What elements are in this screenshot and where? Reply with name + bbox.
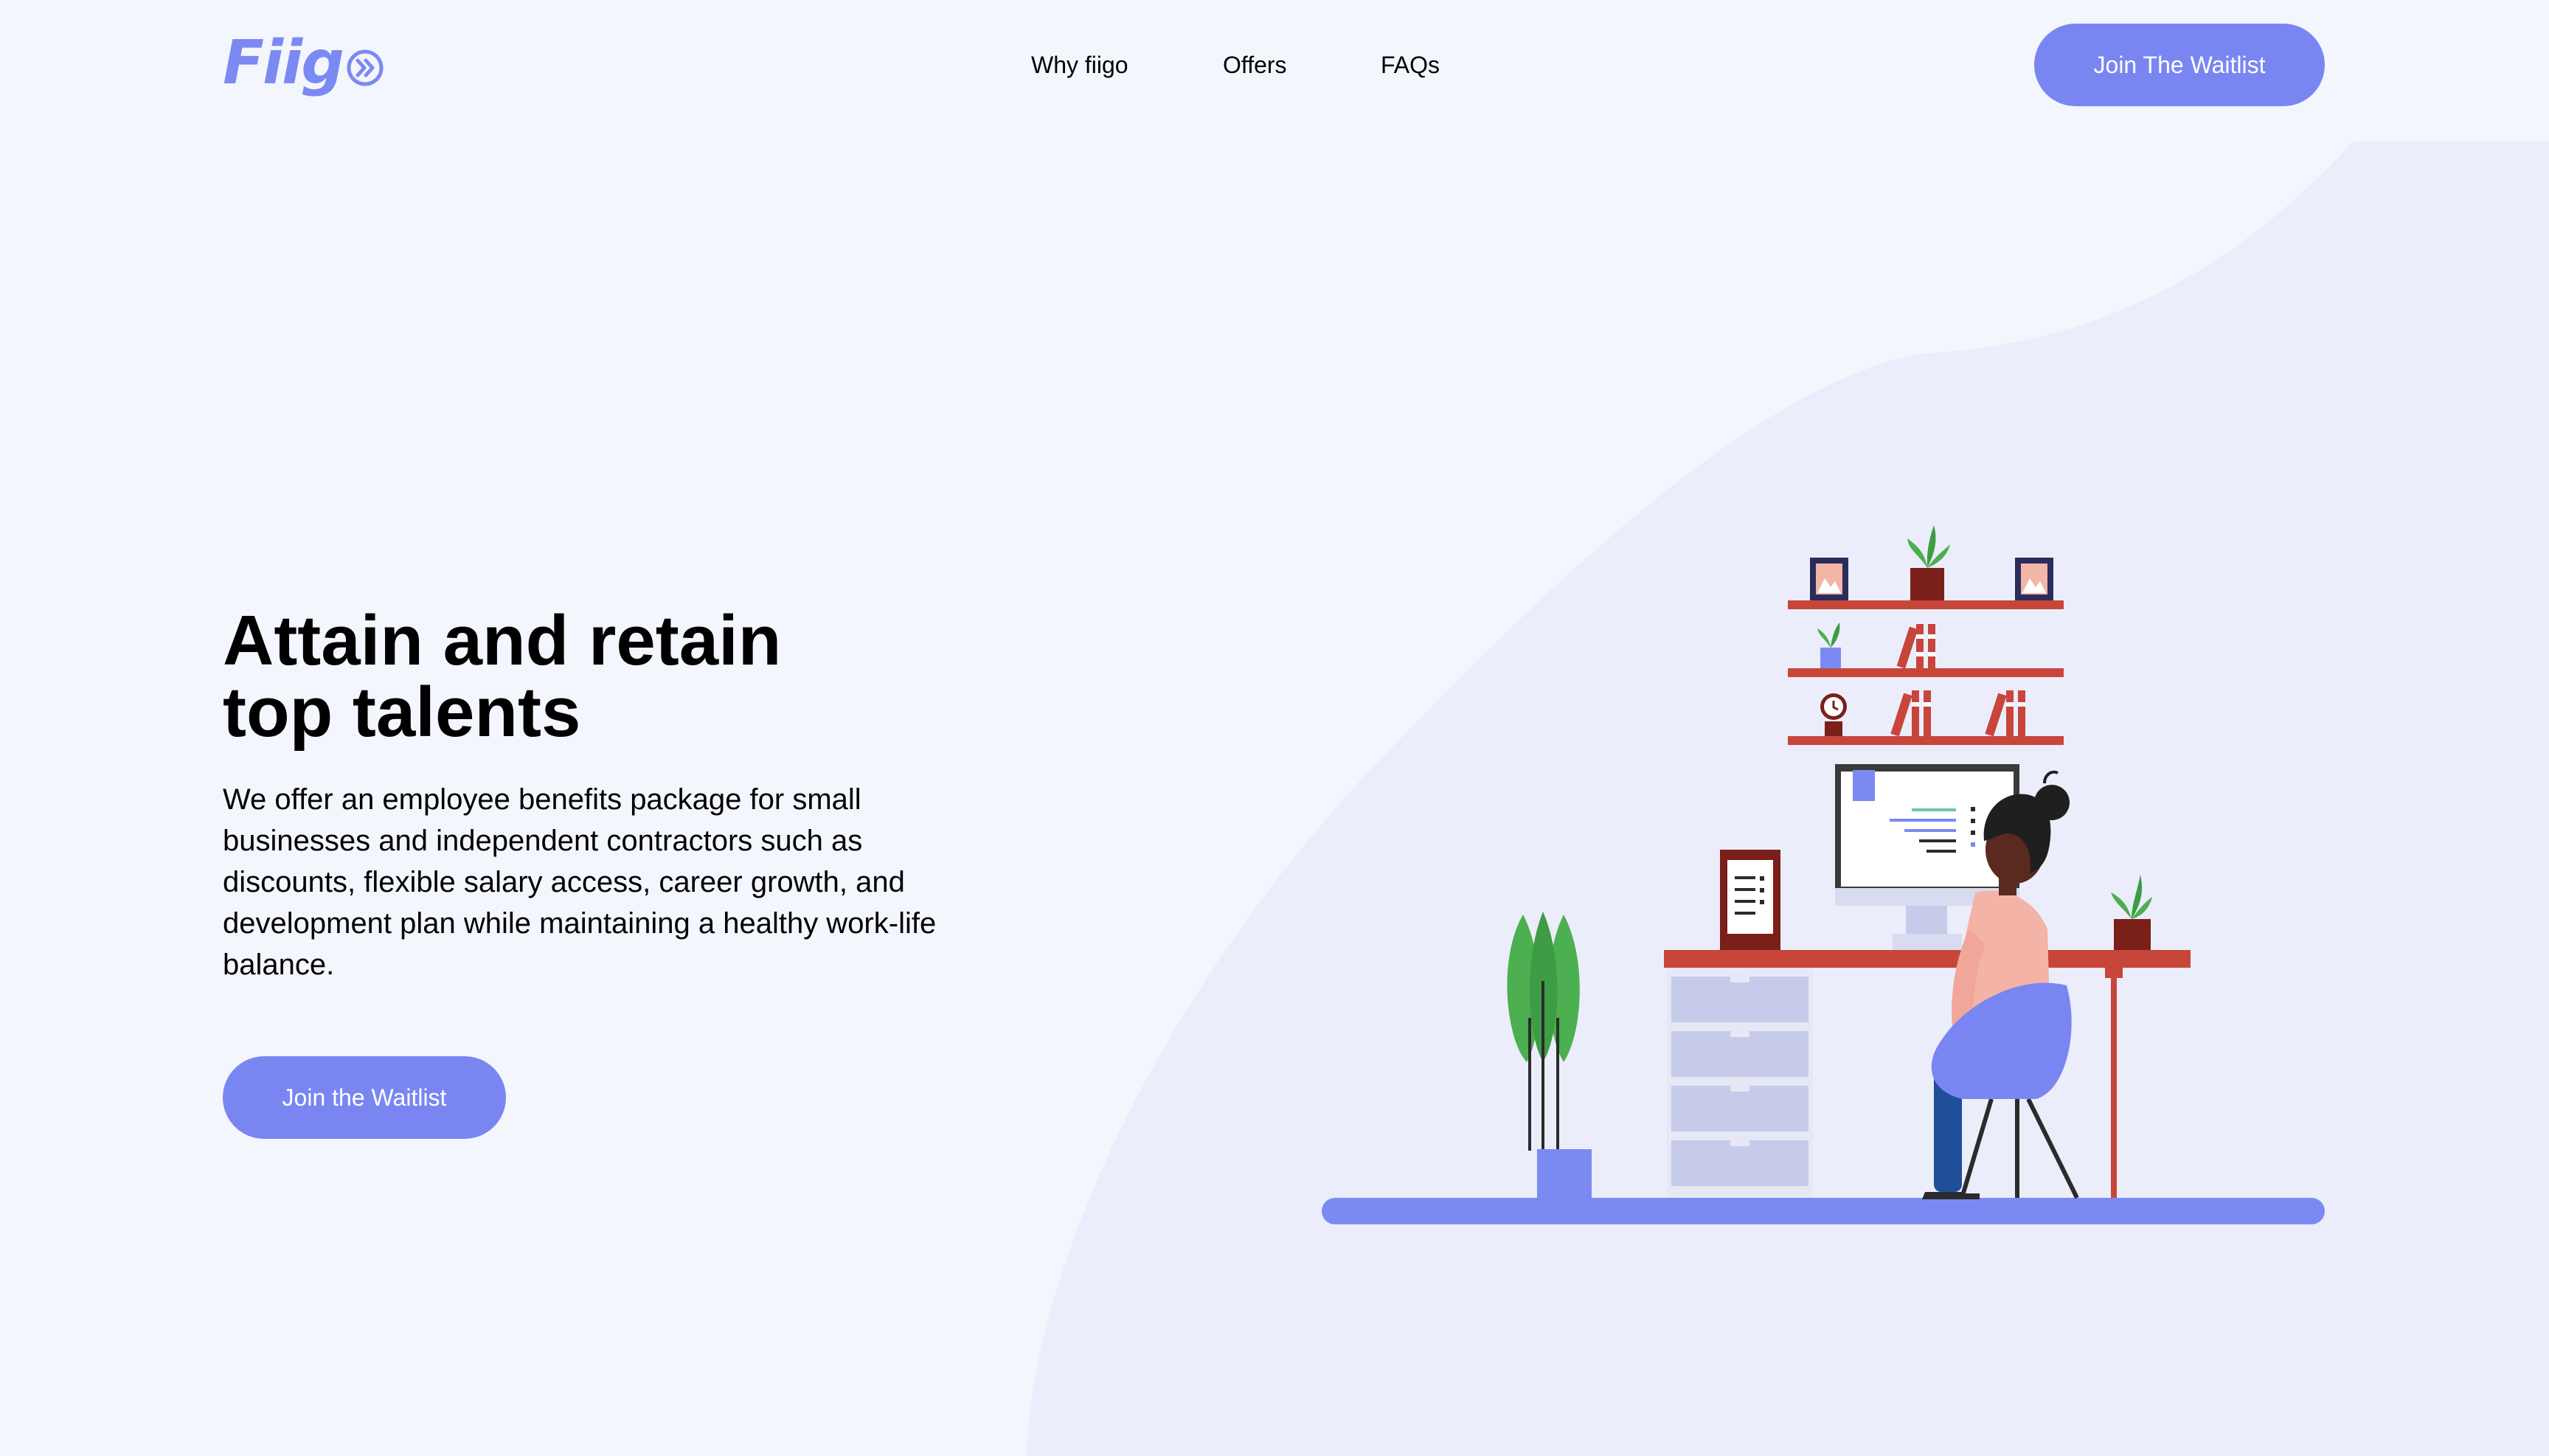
- nav-link-faqs[interactable]: FAQs: [1381, 46, 1440, 84]
- floor-bar: [1322, 1198, 2325, 1224]
- hero-title-line-1: Attain and retain: [223, 601, 782, 680]
- wall-shelves: [1788, 525, 2064, 745]
- hero-description: We offer an employee benefits package fo…: [223, 783, 937, 981]
- workspace-illustration: [1322, 525, 2325, 1224]
- nav-link-offers[interactable]: Offers: [1223, 46, 1287, 84]
- potted-plant: [1507, 912, 1592, 1199]
- tablet: [1720, 850, 1780, 950]
- join-waitlist-hero-button[interactable]: Join the Waitlist: [223, 1056, 506, 1139]
- hero-title: Attain and retain top talents: [223, 605, 960, 748]
- hero-title-line-2: top talents: [223, 673, 581, 752]
- nav-link-why-fiigo[interactable]: Why fiigo: [1031, 46, 1128, 84]
- desk-plant: [2111, 875, 2152, 950]
- join-waitlist-header-button[interactable]: Join The Waitlist: [2034, 24, 2325, 106]
- drawer-cabinet: [1667, 968, 1813, 1198]
